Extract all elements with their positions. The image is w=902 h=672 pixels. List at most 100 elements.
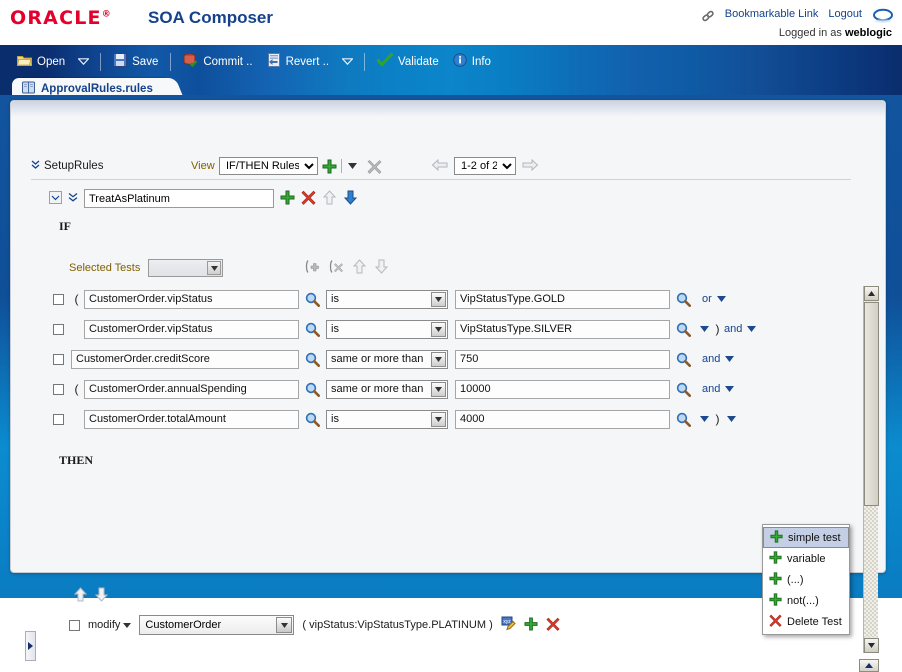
condition-menu-caret[interactable] bbox=[700, 416, 709, 422]
page-range-select[interactable]: 1-2 of 2 bbox=[454, 157, 516, 175]
condition-menu-caret[interactable] bbox=[747, 326, 757, 332]
test-context-menu[interactable]: simple test variable (...) not(...) Delete T… bbox=[762, 524, 850, 635]
bookmarkable-link[interactable]: Bookmarkable Link bbox=[725, 8, 819, 20]
add-rule-button[interactable] bbox=[322, 159, 337, 174]
condition-operator-select[interactable]: same or more than bbox=[326, 379, 448, 399]
condition-checkbox[interactable] bbox=[53, 323, 64, 335]
save-button[interactable]: Save bbox=[106, 50, 165, 73]
move-rule-up-button[interactable] bbox=[322, 189, 337, 208]
menu-item-not[interactable]: not(...) bbox=[763, 590, 849, 611]
condition-left-operand[interactable] bbox=[71, 349, 299, 369]
action-target-select[interactable]: CustomerOrder bbox=[139, 615, 295, 635]
view-select[interactable]: IF/THEN Rules bbox=[219, 157, 318, 175]
condition-menu-caret[interactable] bbox=[725, 356, 735, 362]
condition-conjunction[interactable]: and bbox=[724, 323, 742, 335]
condition-operator-select[interactable]: same or more than bbox=[326, 349, 448, 369]
add-paren-icon[interactable] bbox=[304, 259, 321, 277]
chevron-down-icon bbox=[207, 261, 222, 275]
revert-dropdown-caret[interactable] bbox=[336, 54, 359, 69]
remove-paren-icon[interactable] bbox=[328, 259, 345, 277]
condition-right-operand[interactable] bbox=[455, 289, 670, 309]
red-x-icon bbox=[301, 190, 316, 205]
rule-expand-all-icon[interactable] bbox=[68, 192, 78, 206]
scroll-up-button[interactable] bbox=[864, 286, 879, 301]
previous-page-button[interactable] bbox=[431, 158, 448, 174]
delete-rule-row-button[interactable] bbox=[301, 190, 316, 208]
add-rule-row-button[interactable] bbox=[280, 190, 295, 208]
info-button[interactable]: Info bbox=[446, 50, 498, 73]
left-operand-browse-icon[interactable] bbox=[305, 412, 320, 427]
left-operand-browse-icon[interactable] bbox=[305, 322, 320, 337]
selected-tests-select[interactable] bbox=[148, 259, 224, 277]
action-checkbox[interactable] bbox=[69, 619, 80, 631]
menu-item-variable[interactable]: variable bbox=[763, 548, 849, 569]
condition-operator-select[interactable]: is bbox=[326, 289, 448, 309]
condition-right-operand[interactable] bbox=[455, 349, 670, 369]
condition-right-operand[interactable] bbox=[455, 409, 670, 429]
condition-checkbox[interactable] bbox=[53, 353, 64, 365]
validate-button[interactable]: Validate bbox=[370, 50, 446, 73]
condition-right-operand[interactable] bbox=[455, 319, 670, 339]
right-operand-browse-icon[interactable] bbox=[676, 352, 691, 367]
revert-button[interactable]: Revert .. bbox=[260, 50, 336, 73]
menu-item-label: variable bbox=[787, 552, 826, 565]
right-operand-browse-icon[interactable] bbox=[676, 322, 691, 337]
condition-menu-caret[interactable] bbox=[727, 416, 736, 422]
condition-conjunction[interactable]: and bbox=[702, 353, 720, 365]
action-verb-menu[interactable]: modify bbox=[88, 619, 132, 631]
condition-operator-select[interactable]: is bbox=[326, 319, 448, 339]
right-operand-browse-icon[interactable] bbox=[676, 292, 691, 307]
commit-button[interactable]: Commit .. bbox=[176, 50, 259, 73]
logout-link[interactable]: Logout bbox=[828, 8, 862, 20]
move-action-up-button[interactable] bbox=[73, 587, 88, 605]
left-operand-browse-icon[interactable] bbox=[305, 352, 320, 367]
add-action-button[interactable] bbox=[524, 616, 538, 634]
move-action-down-button[interactable] bbox=[94, 587, 109, 605]
condition-menu-caret[interactable] bbox=[700, 326, 709, 332]
condition-checkbox[interactable] bbox=[53, 413, 64, 425]
menu-item-simple-test[interactable]: simple test bbox=[763, 527, 849, 548]
left-arrow-icon bbox=[431, 158, 448, 171]
move-rule-down-button[interactable] bbox=[343, 190, 358, 208]
move-up-icon[interactable] bbox=[352, 259, 367, 277]
condition-menu-caret[interactable] bbox=[725, 386, 735, 392]
add-rule-caret[interactable] bbox=[346, 163, 359, 169]
speech-bubble-icon[interactable] bbox=[872, 8, 894, 24]
left-panel-expander[interactable] bbox=[25, 631, 36, 661]
condition-operator-select[interactable]: is bbox=[326, 409, 448, 429]
move-down-icon[interactable] bbox=[374, 259, 389, 277]
condition-left-operand[interactable] bbox=[84, 409, 299, 429]
condition-conjunction[interactable]: and bbox=[702, 383, 720, 395]
open-dropdown-caret[interactable] bbox=[72, 54, 95, 69]
scrollbar-thumb[interactable] bbox=[864, 302, 879, 506]
operator-value: is bbox=[331, 293, 339, 305]
left-operand-browse-icon[interactable] bbox=[305, 292, 320, 307]
delete-action-button[interactable] bbox=[546, 617, 560, 634]
condition-left-operand[interactable] bbox=[84, 289, 299, 309]
down-arrow-icon bbox=[94, 587, 109, 602]
back-to-top-button[interactable] bbox=[859, 659, 879, 672]
next-page-button[interactable] bbox=[522, 158, 539, 174]
right-operand-browse-icon[interactable] bbox=[676, 382, 691, 397]
xyz-edit-icon[interactable]: xyz bbox=[501, 616, 516, 634]
condition-conjunction[interactable]: or bbox=[702, 293, 712, 305]
condition-menu-caret[interactable] bbox=[716, 296, 726, 302]
left-operand-browse-icon[interactable] bbox=[305, 382, 320, 397]
right-operand-browse-icon[interactable] bbox=[676, 412, 691, 427]
condition-left-operand[interactable] bbox=[84, 379, 299, 399]
open-button[interactable]: Open bbox=[10, 51, 72, 73]
rule-collapse-icon[interactable] bbox=[49, 190, 62, 207]
condition-right-operand[interactable] bbox=[455, 379, 670, 399]
condition-row: (is or bbox=[53, 286, 853, 312]
scroll-down-button[interactable] bbox=[864, 638, 879, 653]
close-paren: ) bbox=[715, 412, 720, 426]
menu-item-[interactable]: (...) bbox=[763, 569, 849, 590]
double-chevron-down-icon[interactable] bbox=[31, 160, 40, 173]
condition-left-operand[interactable] bbox=[84, 319, 299, 339]
scrollbar-track[interactable] bbox=[864, 506, 878, 637]
condition-checkbox[interactable] bbox=[53, 383, 64, 395]
delete-rule-button[interactable] bbox=[367, 159, 382, 174]
menu-item-delete-test[interactable]: Delete Test bbox=[763, 611, 849, 632]
rule-name-input[interactable] bbox=[84, 189, 274, 208]
condition-checkbox[interactable] bbox=[53, 293, 64, 305]
